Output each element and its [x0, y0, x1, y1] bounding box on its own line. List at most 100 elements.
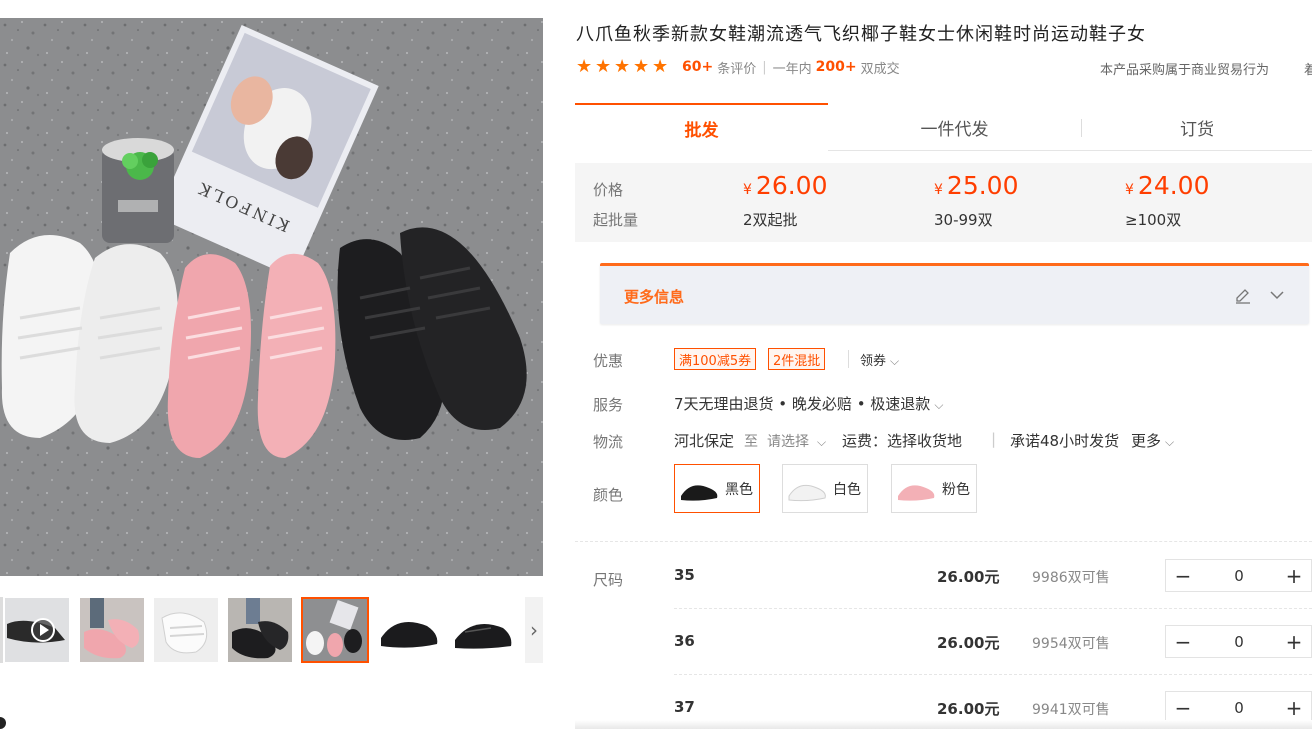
get-coupon-button[interactable]: 领券 ⌵: [860, 350, 899, 369]
coupon-badge[interactable]: 2件混批: [768, 348, 826, 370]
deal-label: 双成交: [860, 61, 900, 77]
thumbnail-black-side[interactable]: [451, 598, 515, 662]
thumbnail-white[interactable]: [154, 598, 218, 662]
size-row: 35 26.00元 9986双可售 − 0 +: [575, 542, 1312, 608]
tab-order[interactable]: 订货: [1082, 103, 1312, 151]
rating-row: ★ ★ ★ ★ ★ 60+ 条评价 | 一年内 200+ 双成交: [576, 57, 900, 77]
chevron-down-icon: ⌵: [817, 435, 827, 449]
logistics-more[interactable]: 更多 ⌵: [1131, 430, 1174, 451]
destination-select[interactable]: 请选择 ⌵: [767, 431, 826, 451]
price-box: 价格 起批量 ¥26.00 2双起批 ¥25.00 30-99双 ¥24.00 …: [575, 163, 1312, 242]
size-price: 26.00元: [937, 568, 1000, 586]
increase-button[interactable]: +: [1277, 692, 1311, 723]
divider: |: [762, 59, 767, 75]
thumbnail-edge: [0, 597, 3, 663]
star-icon: ★: [633, 56, 650, 77]
star-rating: ★ ★ ★ ★ ★: [576, 58, 670, 76]
thumbnail-image: [303, 599, 367, 661]
trade-note-tail: 着: [1304, 63, 1312, 78]
thumbnail-group[interactable]: [301, 597, 369, 663]
chevron-right-icon: ›: [530, 618, 538, 642]
chevron-down-icon: ⌵: [1165, 435, 1175, 449]
size-stock: 9986双可售: [1032, 570, 1110, 586]
shipping-promise: 承诺48小时发货: [1010, 432, 1120, 450]
size-name: 36: [674, 632, 695, 650]
logistics-label: 物流: [593, 433, 624, 451]
more-info-panel[interactable]: 更多信息: [600, 263, 1309, 324]
tab-dropship[interactable]: 一件代发: [828, 103, 1081, 151]
quantity-input[interactable]: 0: [1200, 626, 1278, 657]
year-label: 一年内: [772, 61, 812, 77]
thumbnail-video[interactable]: [5, 598, 69, 662]
chevron-down-icon: ⌵: [934, 398, 944, 412]
thumbnail-image: [80, 598, 144, 662]
color-option-pink[interactable]: 粉色: [891, 464, 977, 513]
price-tier: ¥25.00: [934, 171, 1019, 200]
thumbnail-image: [228, 598, 292, 662]
min-order-label: 起批量: [593, 211, 639, 229]
thumbnail-image: [451, 598, 515, 662]
thumbnail-strip: ›: [0, 597, 543, 665]
tier-price: ¥26.00: [743, 171, 828, 200]
product-photo: KINFOLK: [0, 18, 543, 576]
star-icon: ★: [595, 56, 612, 77]
color-option-white[interactable]: 白色: [782, 464, 868, 513]
service-text[interactable]: 7天无理由退货 • 晚发必赔 • 极速退款 ⌵: [674, 393, 943, 414]
tier-price: ¥25.00: [934, 171, 1019, 200]
product-title: 八爪鱼秋季新款女鞋潮流透气飞织椰子鞋女士休闲鞋时尚运动鞋子女: [576, 24, 1146, 45]
chevron-down-icon: ⌵: [890, 354, 900, 368]
tier-min: 30-99双: [934, 211, 993, 229]
ship-to-word: 至: [744, 434, 758, 450]
star-icon: ★: [652, 56, 669, 77]
quantity-stepper: − 0 +: [1165, 559, 1312, 592]
size-stock: 9954双可售: [1032, 636, 1110, 652]
shoe-swatch-image: [681, 484, 718, 501]
color-option-label: 粉色: [942, 481, 970, 498]
size-row: 36 26.00元 9954双可售 − 0 +: [575, 608, 1312, 674]
thumbnail-pink-worn[interactable]: [80, 598, 144, 662]
quantity-input[interactable]: 0: [1200, 692, 1278, 723]
price-tier: ¥26.00: [743, 171, 828, 200]
color-label: 颜色: [593, 486, 624, 504]
size-name: 37: [674, 698, 695, 716]
tier-min: 2双起批: [743, 211, 798, 229]
chevron-down-icon[interactable]: [1268, 286, 1286, 304]
color-option-black[interactable]: 黑色: [674, 464, 760, 513]
shipping-fee[interactable]: 运费：选择收货地: [842, 430, 962, 451]
coupon-badge[interactable]: 满100减5券: [674, 348, 757, 370]
star-icon: ★: [614, 56, 631, 77]
review-count[interactable]: 60+: [682, 59, 713, 75]
purchase-mode-tabs: 批发 一件代发 订货: [575, 103, 1312, 151]
more-info-label: 更多信息: [624, 288, 685, 306]
thumbnail-image: [377, 598, 441, 662]
thumbnail-image: [154, 598, 218, 662]
color-option-label: 黑色: [725, 481, 753, 498]
size-row: 37 26.00元 9941双可售 − 0 +: [575, 674, 1312, 724]
quantity-input[interactable]: 0: [1200, 560, 1278, 591]
thumbnail-black-single[interactable]: [377, 598, 441, 662]
thumbnail-next-button[interactable]: ›: [525, 597, 543, 663]
color-option-label: 白色: [833, 481, 861, 498]
review-label[interactable]: 条评价: [717, 58, 756, 77]
shoe-swatch-image: [788, 484, 826, 501]
decrease-button[interactable]: −: [1166, 626, 1200, 657]
offers-label: 优惠: [593, 352, 624, 370]
price-label: 价格: [593, 181, 624, 199]
divider: |: [991, 430, 997, 448]
increase-button[interactable]: +: [1277, 626, 1311, 657]
tier-min: ≥100双: [1125, 211, 1182, 229]
decrease-button[interactable]: −: [1166, 692, 1200, 723]
play-icon: [31, 618, 55, 642]
main-product-image[interactable]: KINFOLK: [0, 18, 543, 576]
shoe-swatch-image: [898, 484, 935, 501]
size-name: 35: [674, 566, 695, 584]
tab-wholesale[interactable]: 批发: [575, 103, 828, 151]
corner-indicator: [0, 717, 6, 729]
thumbnail-black-worn[interactable]: [228, 598, 292, 662]
ship-from: 河北保定: [674, 432, 735, 450]
decrease-button[interactable]: −: [1166, 560, 1200, 591]
price-tier: ¥24.00: [1125, 171, 1210, 200]
edit-icon[interactable]: [1234, 287, 1252, 305]
increase-button[interactable]: +: [1277, 560, 1311, 591]
bottom-bar-shadow: [575, 720, 1312, 729]
